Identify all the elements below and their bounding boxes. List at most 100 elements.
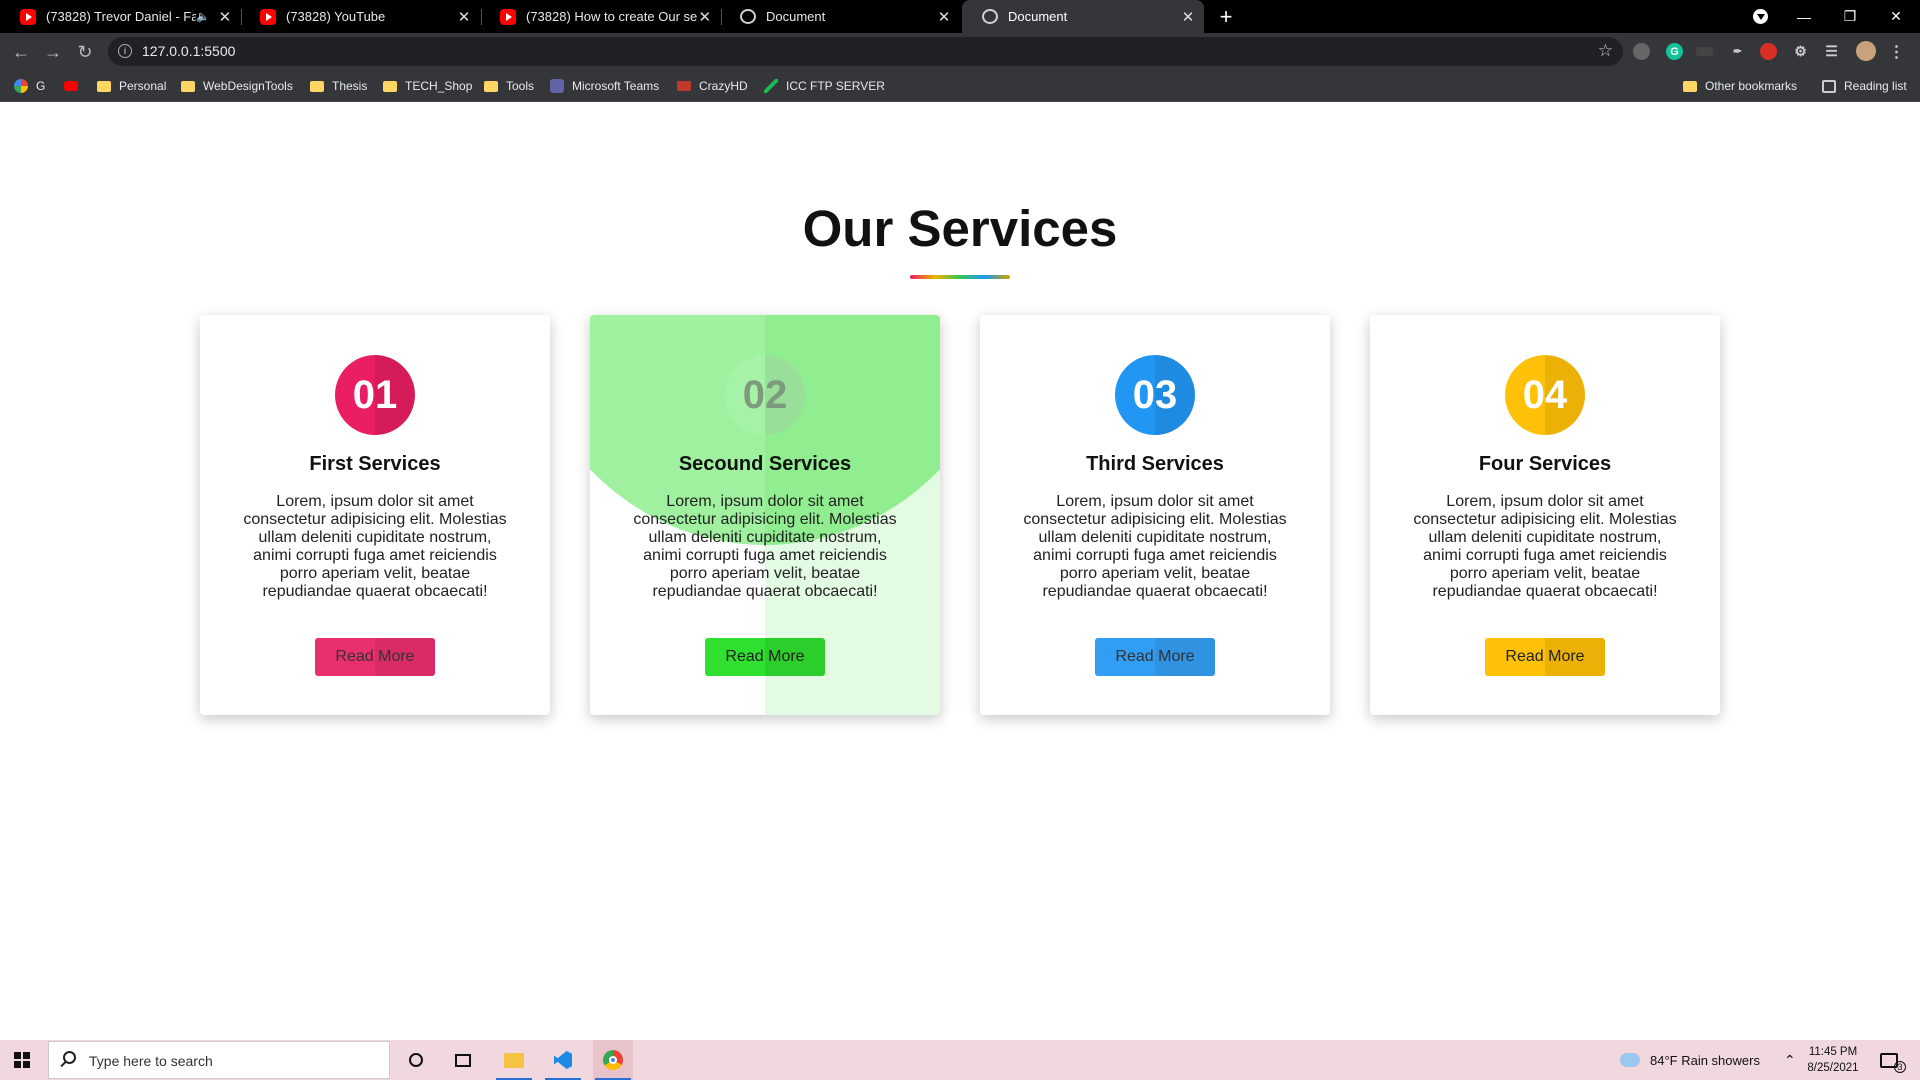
youtube-icon xyxy=(500,8,516,25)
puzzle-extensions-icon[interactable]: ⚙ xyxy=(1792,43,1809,60)
minimize-button[interactable]: — xyxy=(1781,0,1827,33)
back-icon[interactable]: ← xyxy=(8,39,34,65)
task-view-icon[interactable] xyxy=(443,1040,483,1080)
system-clock[interactable]: 11:45 PM 8/25/2021 xyxy=(1798,1044,1868,1076)
chrome-icon[interactable] xyxy=(593,1040,633,1080)
search-placeholder: Type here to search xyxy=(89,1053,213,1069)
service-number-badge: 01 xyxy=(335,355,415,435)
restore-button[interactable]: ❐ xyxy=(1827,0,1873,33)
tab-title: Document xyxy=(766,9,826,24)
tab-close-icon[interactable]: ✕ xyxy=(456,8,472,26)
tab-search-icon[interactable] xyxy=(1753,9,1768,24)
tab-trevor-daniel[interactable]: (73828) Trevor Daniel - Fallin 🔈 ✕ xyxy=(0,0,240,33)
tab-how-to-create[interactable]: (73828) How to create Our servic ✕ xyxy=(480,0,720,33)
reload-icon[interactable]: ↻ xyxy=(72,39,98,65)
avatar[interactable] xyxy=(1856,41,1876,61)
bookmark-star-icon[interactable]: ☆ xyxy=(1598,41,1613,61)
folder-icon xyxy=(484,80,498,92)
menu-kebab-icon[interactable]: ⋮ xyxy=(1888,43,1905,61)
tab-close-icon[interactable]: ✕ xyxy=(936,8,952,26)
bookmarks-bar: G Personal WebDesignTools Thesis TECH_Sh… xyxy=(0,70,1920,102)
url-text[interactable]: 127.0.0.1:5500 xyxy=(142,43,235,59)
hand-extension-icon[interactable] xyxy=(1760,43,1777,60)
bookmark-google[interactable]: G xyxy=(14,70,45,102)
file-explorer-icon[interactable] xyxy=(494,1040,534,1080)
clock-time: 11:45 PM xyxy=(1808,1046,1858,1058)
eyedropper-icon[interactable]: ✒ xyxy=(1729,43,1746,60)
service-title: Third Services xyxy=(1086,453,1224,475)
bookmark-tools[interactable]: Tools xyxy=(484,70,534,102)
tab-title: Document xyxy=(1008,9,1068,24)
service-title: First Services xyxy=(309,453,441,475)
tab-document-1[interactable]: Document ✕ xyxy=(720,0,960,33)
taskbar-search-input[interactable]: Type here to search xyxy=(48,1041,390,1079)
media-queue-icon[interactable]: ☰ xyxy=(1823,43,1840,60)
show-hidden-icons-chevron-icon[interactable]: ⌃ xyxy=(1784,1040,1796,1080)
service-card-third[interactable]: 03 Third Services Lorem, ipsum dolor sit… xyxy=(980,315,1330,715)
service-number-badge: 03 xyxy=(1115,355,1195,435)
service-card-second[interactable]: 02 Secound Services Lorem, ipsum dolor s… xyxy=(590,315,940,715)
service-description: Lorem, ipsum dolor sit amet consectetur … xyxy=(1413,493,1677,600)
tab-document-active[interactable]: Document ✕ xyxy=(962,0,1204,33)
forward-icon[interactable]: → xyxy=(40,39,66,65)
folder-icon xyxy=(97,80,111,92)
tab-title: (73828) Trevor Daniel - Fallin xyxy=(46,9,197,24)
windows-start-icon[interactable] xyxy=(14,1052,30,1068)
tab-strip: (73828) Trevor Daniel - Fallin 🔈 ✕ (7382… xyxy=(0,0,1920,33)
site-info-icon[interactable]: i xyxy=(118,44,132,58)
address-bar[interactable]: i 127.0.0.1:5500 ☆ xyxy=(108,37,1623,66)
folder-icon xyxy=(383,80,397,92)
window-close-button[interactable]: ✕ xyxy=(1873,0,1919,33)
folder-icon xyxy=(310,80,324,92)
crazyhd-icon xyxy=(677,81,691,91)
bookmark-personal[interactable]: Personal xyxy=(97,70,166,102)
service-card-first[interactable]: 01 First Services Lorem, ipsum dolor sit… xyxy=(200,315,550,715)
service-title: Four Services xyxy=(1478,453,1612,475)
bookmark-youtube[interactable] xyxy=(64,70,86,102)
reading-list-button[interactable]: Reading list xyxy=(1822,70,1907,102)
read-more-button[interactable]: Read More xyxy=(705,638,825,676)
tab-title: (73828) How to create Our servic xyxy=(526,9,698,24)
folder-icon xyxy=(181,80,195,92)
service-description: Lorem, ipsum dolor sit amet consectetur … xyxy=(1023,493,1287,600)
globe-icon xyxy=(740,9,756,24)
read-more-button[interactable]: Read More xyxy=(1485,638,1605,676)
vscode-icon[interactable] xyxy=(543,1040,583,1080)
tab-youtube[interactable]: (73828) YouTube ✕ xyxy=(240,0,480,33)
globe-extension-icon[interactable] xyxy=(1633,43,1650,60)
service-description: Lorem, ipsum dolor sit amet consectetur … xyxy=(243,493,507,600)
windows-taskbar: Type here to search 84°F Rain showers ⌃ … xyxy=(0,1040,1920,1080)
tab-close-icon[interactable]: ✕ xyxy=(1180,8,1196,26)
bookmark-icc-ftp-server[interactable]: ICC FTP SERVER xyxy=(764,70,885,102)
tab-close-icon[interactable]: ✕ xyxy=(218,8,232,26)
notification-center-icon[interactable]: 3 xyxy=(1880,1040,1906,1080)
speaker-icon[interactable]: 🔈 xyxy=(196,10,210,23)
read-more-button[interactable]: Read More xyxy=(315,638,435,676)
cortana-icon[interactable] xyxy=(396,1040,436,1080)
new-tab-button[interactable]: + xyxy=(1215,0,1237,33)
browser-toolbar: ← → ↻ i 127.0.0.1:5500 ☆ G ✒ ⚙ ☰ ⋮ xyxy=(0,33,1920,70)
tab-close-icon[interactable]: ✕ xyxy=(698,8,712,26)
weather-cloud-icon xyxy=(1620,1053,1640,1067)
page-content: Our Services 01 First Services Lorem, ip… xyxy=(0,103,1920,1040)
read-more-button[interactable]: Read More xyxy=(1095,638,1215,676)
teams-icon xyxy=(550,79,564,93)
service-title: Secound Services xyxy=(678,453,852,475)
grammarly-icon[interactable]: G xyxy=(1666,43,1683,60)
folder-icon xyxy=(1683,80,1697,92)
ftp-icon xyxy=(764,79,778,93)
youtube-icon xyxy=(64,81,78,91)
bookmark-tech-shop[interactable]: TECH_Shop xyxy=(383,70,472,102)
extension-icon[interactable] xyxy=(1696,47,1713,56)
weather-widget[interactable]: 84°F Rain showers xyxy=(1620,1040,1760,1080)
bookmark-thesis[interactable]: Thesis xyxy=(310,70,367,102)
bookmark-webdesigntools[interactable]: WebDesignTools xyxy=(181,70,293,102)
bookmark-other-bookmarks[interactable]: Other bookmarks xyxy=(1683,70,1797,102)
google-icon xyxy=(14,79,28,93)
youtube-icon xyxy=(20,8,36,25)
service-card-fourth[interactable]: 04 Four Services Lorem, ipsum dolor sit … xyxy=(1370,315,1720,715)
bookmark-crazyhd[interactable]: CrazyHD xyxy=(677,70,748,102)
bookmark-microsoft-teams[interactable]: Microsoft Teams xyxy=(550,70,659,102)
page-title: Our Services xyxy=(802,200,1118,257)
search-icon xyxy=(63,1051,76,1064)
